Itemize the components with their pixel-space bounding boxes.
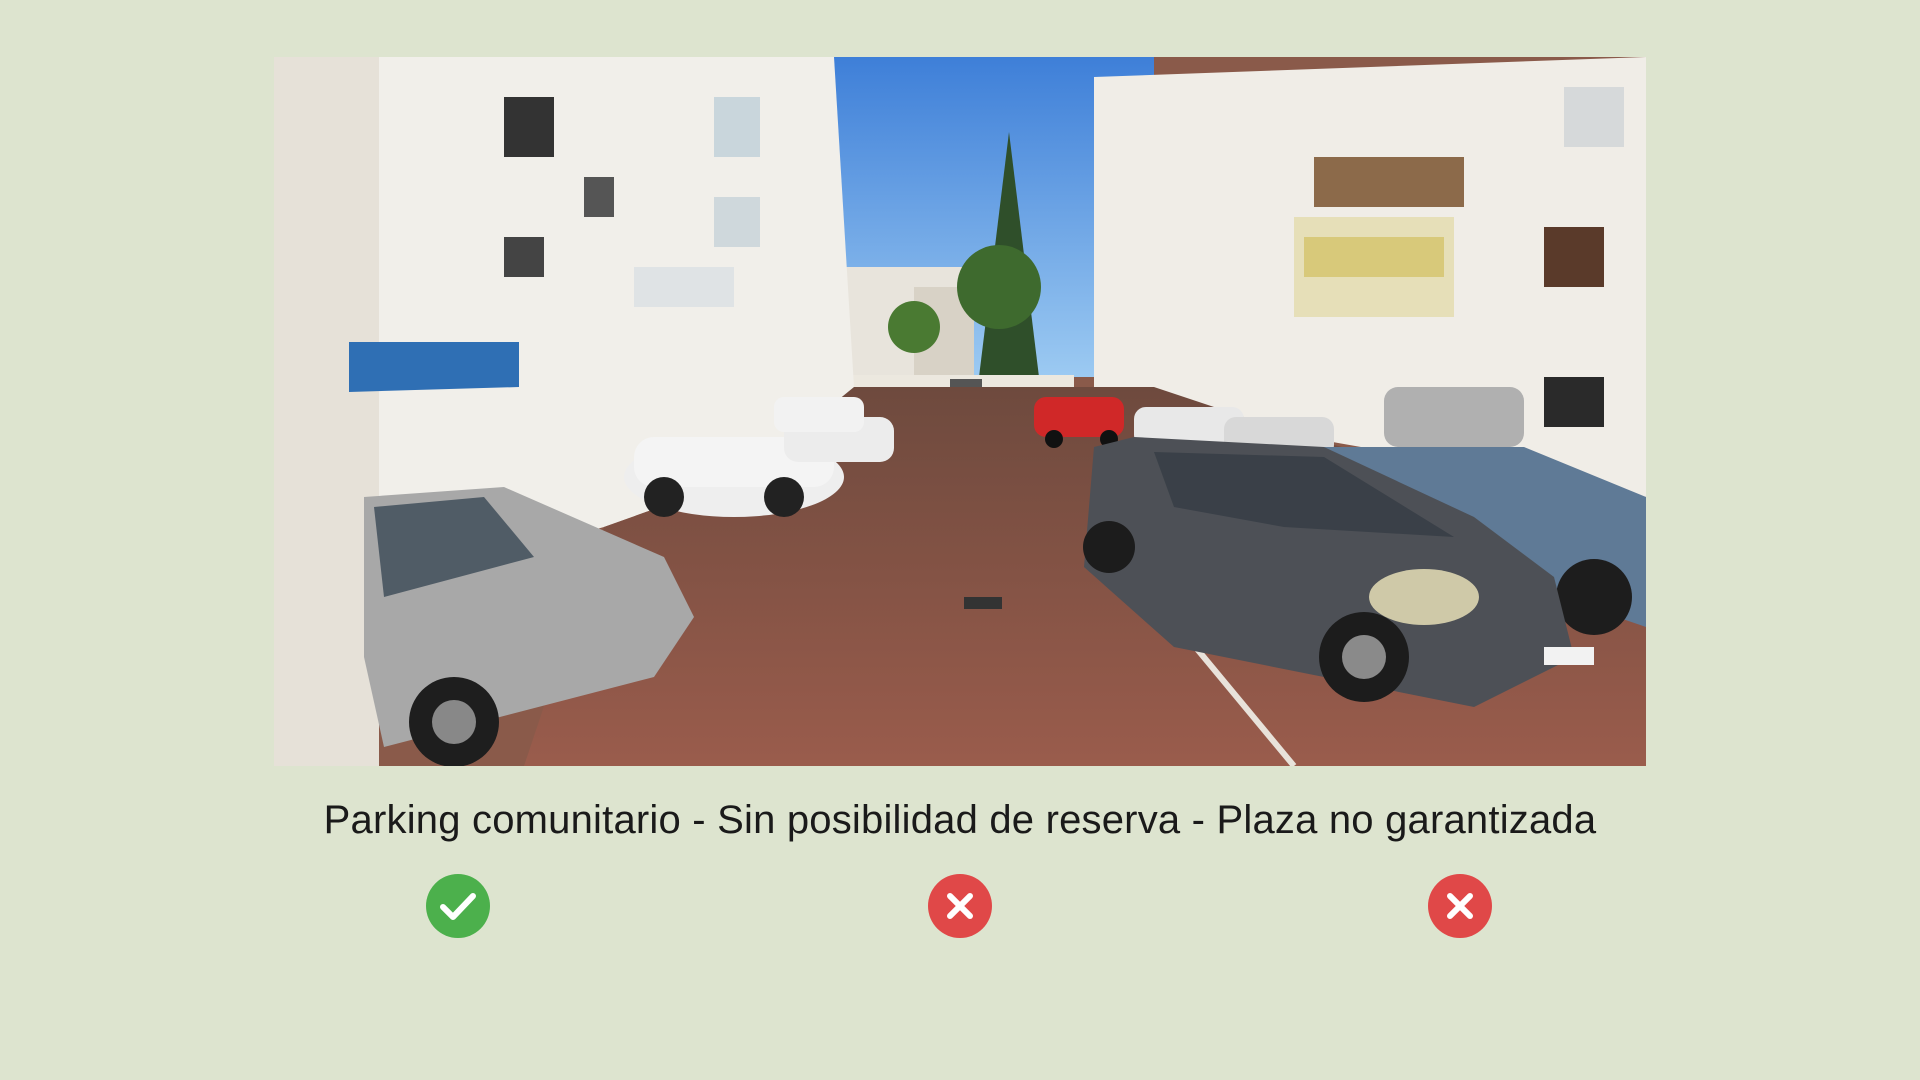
x-icon xyxy=(1428,874,1492,938)
check-icon xyxy=(426,874,490,938)
x-icon xyxy=(928,874,992,938)
parking-caption: Parking comunitario - Sin posibilidad de… xyxy=(323,798,1597,842)
parking-photo xyxy=(274,57,1646,766)
